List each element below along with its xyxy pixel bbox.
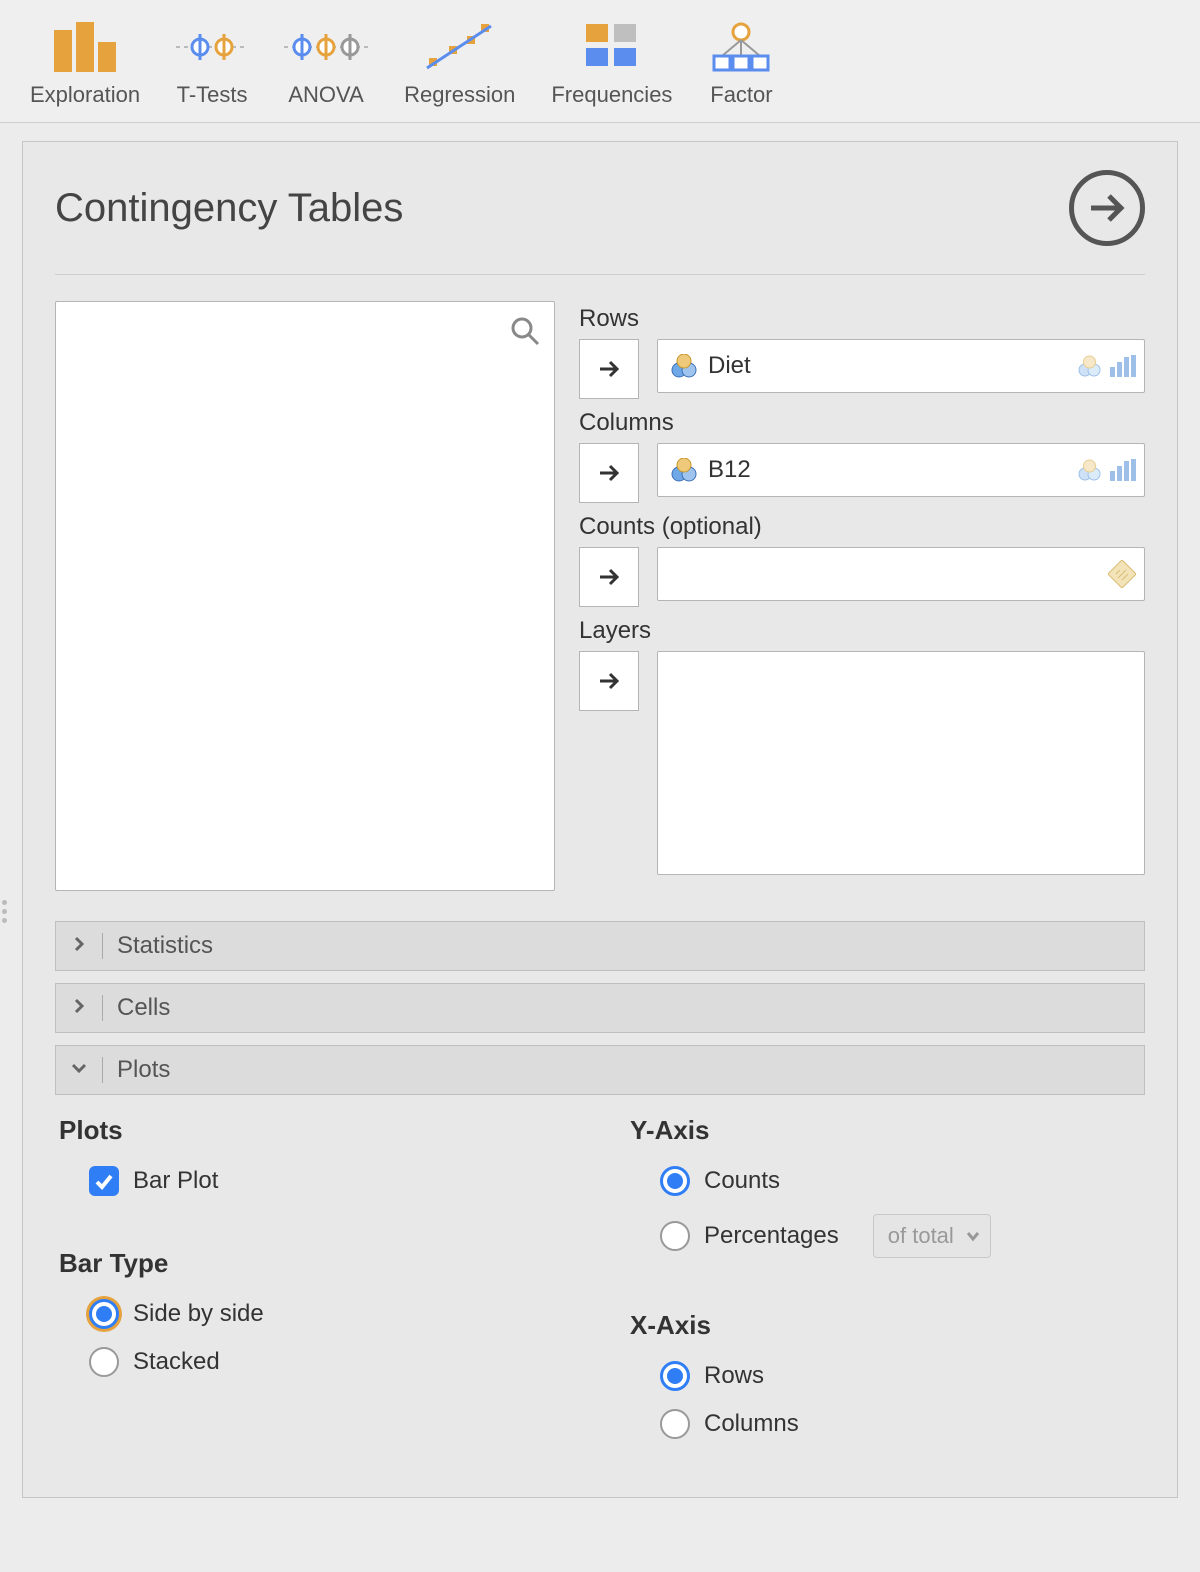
accordion-cells[interactable]: Cells (55, 983, 1145, 1033)
xaxis-rows-label: Rows (704, 1362, 764, 1390)
accordion-label: Statistics (117, 932, 213, 960)
toolbar-ttests[interactable]: T-Tests (176, 20, 248, 108)
bartype-stacked-radio[interactable] (89, 1347, 119, 1377)
chevron-down-icon (966, 1229, 980, 1243)
rows-variable: Diet (708, 352, 751, 380)
type-indicator-icon (1076, 355, 1136, 377)
factor-icon (708, 20, 774, 74)
columns-variable: B12 (708, 456, 751, 484)
rows-dropzone[interactable]: Diet (657, 339, 1145, 393)
barplot-label: Bar Plot (133, 1167, 218, 1195)
toolbar-exploration[interactable]: Exploration (30, 20, 140, 108)
plots-group-title: Plots (59, 1115, 570, 1146)
analysis-toolbar: Exploration T-Tests ANOVA Regression Fre… (0, 0, 1200, 123)
toolbar-label: Exploration (30, 82, 140, 108)
xaxis-cols-radio[interactable] (660, 1409, 690, 1439)
yaxis-counts-label: Counts (704, 1167, 780, 1195)
anova-icon (284, 20, 368, 74)
toolbar-regression[interactable]: Regression (404, 20, 515, 108)
percent-of-select: of total (873, 1214, 991, 1258)
assign-counts-button[interactable] (579, 547, 639, 607)
bartype-side-radio[interactable] (89, 1299, 119, 1329)
yaxis-counts-radio[interactable] (660, 1166, 690, 1196)
xaxis-group-title: X-Axis (630, 1310, 1141, 1341)
toolbar-factor[interactable]: Factor (708, 20, 774, 108)
accordion-statistics[interactable]: Statistics (55, 921, 1145, 971)
chevron-right-icon (70, 994, 88, 1022)
assign-columns-button[interactable] (579, 443, 639, 503)
toolbar-label: Factor (708, 82, 774, 108)
bartype-side-label: Side by side (133, 1300, 264, 1328)
percent-of-value: of total (888, 1223, 954, 1249)
assign-layers-button[interactable] (579, 651, 639, 711)
accordion-plots[interactable]: Plots (55, 1045, 1145, 1095)
accordion-label: Plots (117, 1056, 170, 1084)
toolbar-label: Frequencies (551, 82, 672, 108)
chevron-down-icon (70, 1056, 88, 1084)
toolbar-anova[interactable]: ANOVA (284, 20, 368, 108)
layers-dropzone[interactable] (657, 651, 1145, 875)
search-icon[interactable] (510, 316, 540, 353)
barplot-checkbox[interactable] (89, 1166, 119, 1196)
assign-rows-button[interactable] (579, 339, 639, 399)
resize-handle-icon[interactable] (2, 900, 7, 923)
nominal-type-icon (670, 458, 698, 482)
bar-chart-icon (30, 20, 140, 74)
chevron-right-icon (70, 932, 88, 960)
yaxis-group-title: Y-Axis (630, 1115, 1141, 1146)
layers-label: Layers (579, 617, 1145, 645)
yaxis-percent-label: Percentages (704, 1222, 839, 1250)
toolbar-label: Regression (404, 82, 515, 108)
analysis-panel: Contingency Tables Rows (22, 141, 1178, 1498)
continuous-type-icon (1108, 560, 1136, 588)
xaxis-rows-radio[interactable] (660, 1361, 690, 1391)
nominal-type-icon (670, 354, 698, 378)
bartype-group-title: Bar Type (59, 1248, 570, 1279)
columns-dropzone[interactable]: B12 (657, 443, 1145, 497)
variable-source-list[interactable] (55, 301, 555, 891)
type-indicator-icon (1076, 459, 1136, 481)
counts-label: Counts (optional) (579, 513, 1145, 541)
xaxis-cols-label: Columns (704, 1410, 799, 1438)
yaxis-percent-radio[interactable] (660, 1221, 690, 1251)
accordion-label: Cells (117, 994, 170, 1022)
regression-icon (404, 20, 515, 74)
toolbar-label: ANOVA (284, 82, 368, 108)
toolbar-frequencies[interactable]: Frequencies (551, 20, 672, 108)
arrow-right-icon (1087, 188, 1127, 228)
frequencies-icon (551, 20, 672, 74)
rows-label: Rows (579, 305, 1145, 333)
panel-title: Contingency Tables (55, 186, 403, 231)
columns-label: Columns (579, 409, 1145, 437)
hide-options-button[interactable] (1069, 170, 1145, 246)
bartype-stacked-label: Stacked (133, 1348, 220, 1376)
toolbar-label: T-Tests (176, 82, 248, 108)
ttests-icon (176, 20, 248, 74)
counts-dropzone[interactable] (657, 547, 1145, 601)
